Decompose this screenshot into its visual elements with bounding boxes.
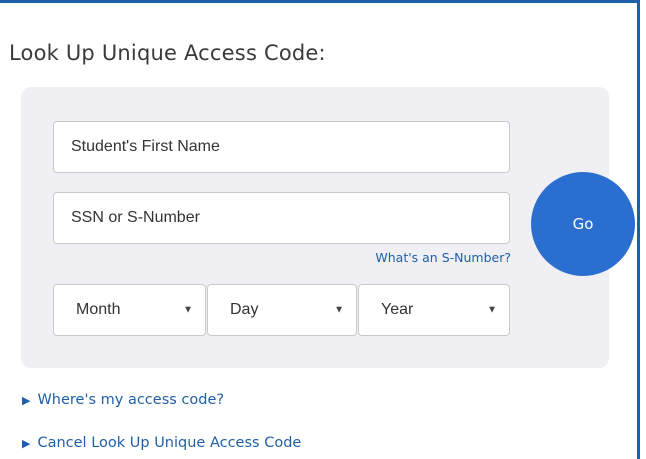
day-select[interactable]: Day ▼: [207, 284, 357, 336]
triangle-right-icon: ▶: [22, 393, 31, 407]
ssn-input[interactable]: [71, 193, 509, 243]
go-button[interactable]: Go: [531, 172, 635, 276]
page-title: Look Up Unique Access Code:: [9, 41, 326, 65]
ssn-field[interactable]: [53, 192, 510, 244]
month-select-value: Month: [76, 301, 121, 318]
month-select[interactable]: Month ▼: [53, 284, 206, 336]
first-name-field[interactable]: [53, 121, 510, 173]
chevron-down-icon: ▼: [183, 304, 193, 316]
lookup-form: What's an S-Number? Go Month ▼ Day ▼ Yea…: [21, 87, 635, 368]
lookup-panel: Look Up Unique Access Code: What's an S-…: [0, 0, 640, 459]
year-select-value: Year: [381, 301, 414, 318]
year-select[interactable]: Year ▼: [358, 284, 510, 336]
where-access-code-label: Where's my access code?: [37, 392, 225, 408]
cancel-lookup-label: Cancel Look Up Unique Access Code: [37, 435, 302, 451]
first-name-input[interactable]: [71, 122, 509, 172]
day-select-value: Day: [230, 301, 259, 318]
chevron-down-icon: ▼: [487, 304, 497, 316]
triangle-right-icon: ▶: [22, 436, 31, 450]
cancel-lookup-link[interactable]: ▶ Cancel Look Up Unique Access Code: [22, 435, 301, 451]
s-number-help-link[interactable]: What's an S-Number?: [375, 250, 511, 265]
where-access-code-link[interactable]: ▶ Where's my access code?: [22, 392, 224, 408]
chevron-down-icon: ▼: [334, 304, 344, 316]
